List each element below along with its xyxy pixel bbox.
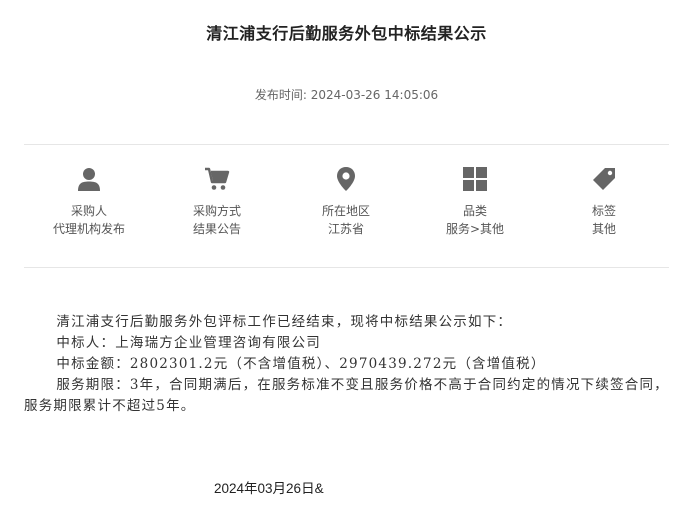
- divider-top: [24, 144, 669, 145]
- cart-icon: [205, 167, 230, 190]
- tag-icon: [593, 168, 615, 190]
- meta-item-category: 品类 服务>其他: [410, 166, 540, 238]
- announcement-date: 2024年03月26日&: [214, 481, 324, 496]
- meta-value-region: 江苏省: [327, 222, 364, 236]
- body-paragraph-winner: 中标人：上海瑞方企业管理咨询有限公司: [56, 335, 321, 351]
- publish-time-label: 发布时间:: [254, 88, 307, 102]
- meta-item-tag: 标签 其他: [539, 166, 669, 238]
- divider-bottom: [24, 267, 669, 268]
- meta-item-purchaser: 采购人 代理机构发布: [24, 166, 154, 238]
- body-paragraph-term: 服务期限：3年，合同期满后，在服务标准不变且服务价格不高于合同约定的情况下续签合…: [24, 377, 669, 414]
- announcement-body: 清江浦支行后勤服务外包评标工作已经结束，现将中标结果公示如下： 中标人：上海瑞方…: [24, 312, 669, 417]
- user-icon: [78, 168, 100, 191]
- publish-time: 发布时间: 2024-03-26 14:05:06: [0, 86, 693, 103]
- meta-value-method: 结果公告: [192, 222, 241, 236]
- meta-label-method: 采购方式: [192, 204, 241, 218]
- location-pin-icon: [337, 167, 355, 191]
- meta-label-category: 品类: [462, 204, 487, 218]
- meta-value-tag: 其他: [591, 222, 616, 236]
- meta-value-category: 服务>其他: [445, 222, 505, 236]
- meta-item-region: 所在地区 江苏省: [281, 166, 411, 238]
- meta-label-tag: 标签: [591, 204, 616, 218]
- body-paragraph-intro: 清江浦支行后勤服务外包评标工作已经结束，现将中标结果公示如下：: [56, 314, 513, 330]
- body-paragraph-amount: 中标金额：2802301.2元（不含增值税）、2970439.272元（含增值税…: [56, 356, 546, 372]
- meta-label-purchaser: 采购人: [70, 204, 107, 218]
- grid-icon: [463, 167, 487, 191]
- meta-item-method: 采购方式 结果公告: [152, 166, 282, 238]
- meta-label-region: 所在地区: [321, 204, 370, 218]
- meta-info-bar: 采购人 代理机构发布 采购方式 结果公告 所在地区 江苏省 品类 服务>其他 标…: [24, 166, 669, 256]
- publish-time-value: 2024-03-26 14:05:06: [310, 88, 439, 102]
- page-title: 清江浦支行后勤服务外包中标结果公示: [206, 24, 487, 43]
- meta-value-purchaser: 代理机构发布: [52, 222, 125, 236]
